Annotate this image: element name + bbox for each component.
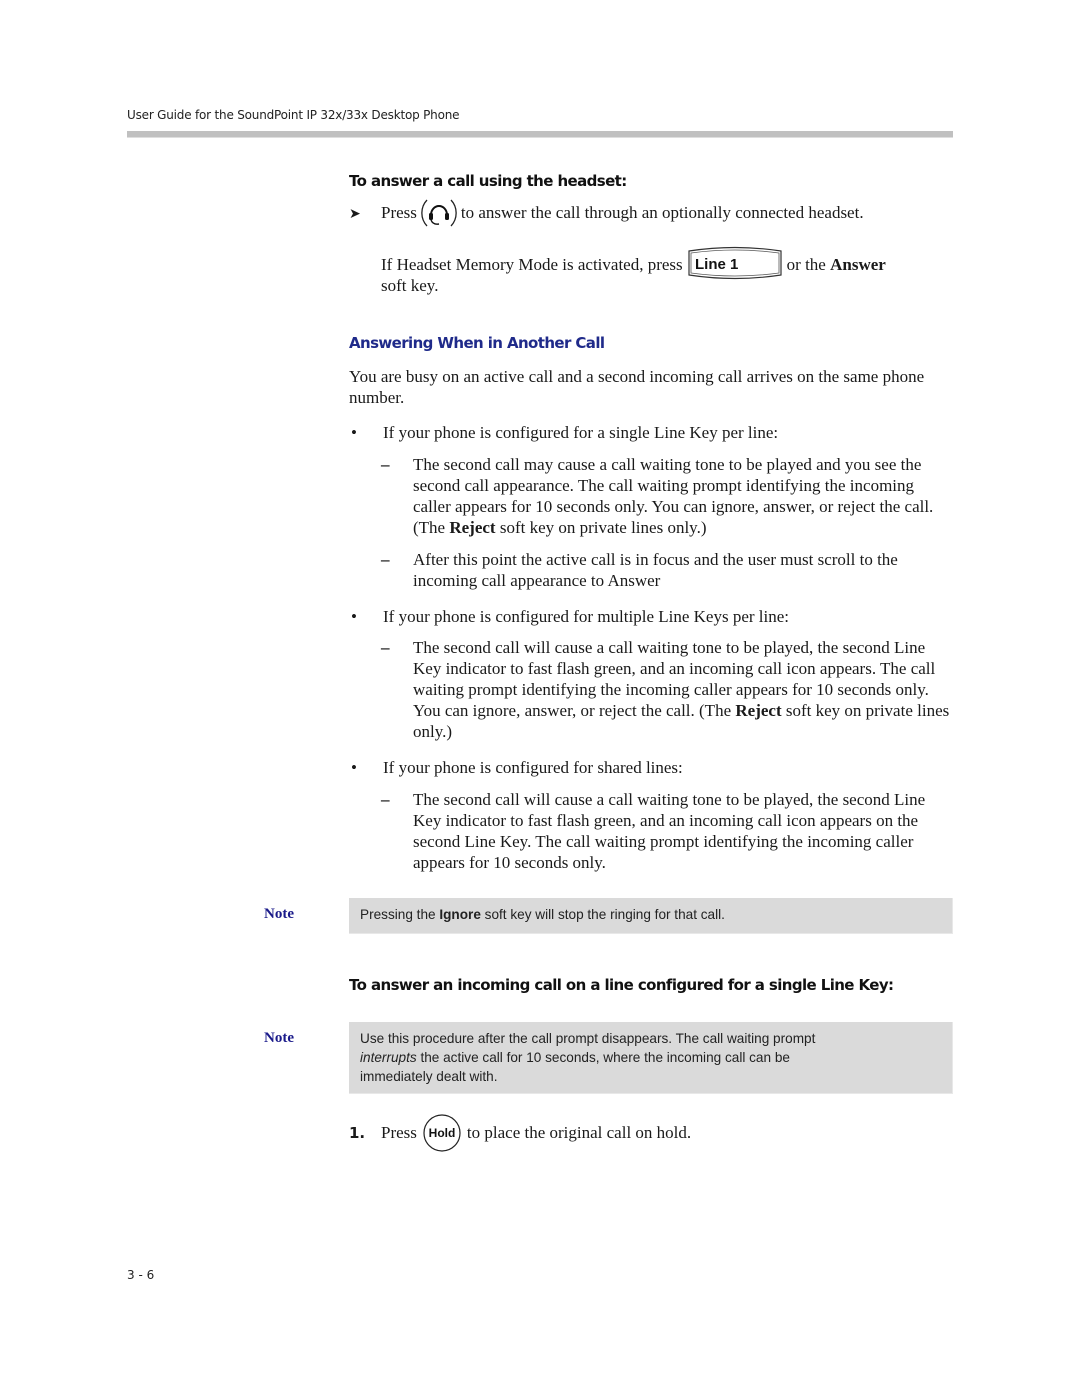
dash-mark: – (381, 455, 390, 474)
note-label: Note (264, 906, 294, 922)
bullet-dot: • (351, 423, 357, 442)
bullet-shared-lines: • If your phone is configured for shared… (351, 758, 683, 777)
procedure-title-headset: To answer a call using the headset: (349, 172, 627, 190)
line1-key-icon: Line 1 (685, 244, 785, 282)
step-number: 1. (349, 1124, 366, 1142)
step-item: 1. Press Hold to place the original call … (349, 1114, 949, 1152)
note-box-procedure: Use this procedure after the call prompt… (349, 1022, 953, 1094)
bullet-multiple-line-keys: • If your phone is configured for multip… (351, 607, 789, 626)
page-number: 3 - 6 (127, 1268, 155, 1282)
bullet-dot: • (351, 758, 357, 777)
header-divider (127, 131, 953, 138)
sub-item: – The second call will cause a call wait… (381, 638, 950, 741)
headset-step: ➤ Press to answer the call through an opt… (349, 199, 959, 227)
note-box-ignore: Pressing the Ignore soft key will stop t… (349, 898, 953, 934)
hold-key-label: Hold (429, 1126, 456, 1140)
dash-mark: – (381, 790, 390, 809)
dash-mark: – (381, 638, 390, 657)
sub-item: – After this point the active call is in… (381, 550, 898, 590)
running-header: User Guide for the SoundPoint IP 32x/33x… (127, 108, 460, 122)
hold-key-icon: Hold (421, 1113, 463, 1153)
sub-item: – The second call may cause a call waiti… (381, 455, 934, 537)
bullet-single-line-key: • If your phone is configured for a sing… (351, 423, 779, 442)
headset-key-icon (419, 193, 459, 233)
note-label: Note (264, 1030, 294, 1046)
line1-key-label: Line 1 (695, 256, 738, 273)
section-title: Answering When in Another Call (349, 334, 605, 352)
dash-mark: – (381, 550, 390, 569)
arrow-bullet-icon: ➤ (349, 207, 361, 222)
headset-memory-text: If Headset Memory Mode is activated, pre… (381, 246, 956, 296)
bullet-dot: • (351, 607, 357, 626)
section-intro: You are busy on an active call and a sec… (349, 367, 925, 407)
sub-item: – The second call will cause a call wait… (381, 790, 926, 872)
procedure-title-single-line-key: To answer an incoming call on a line con… (349, 976, 894, 994)
